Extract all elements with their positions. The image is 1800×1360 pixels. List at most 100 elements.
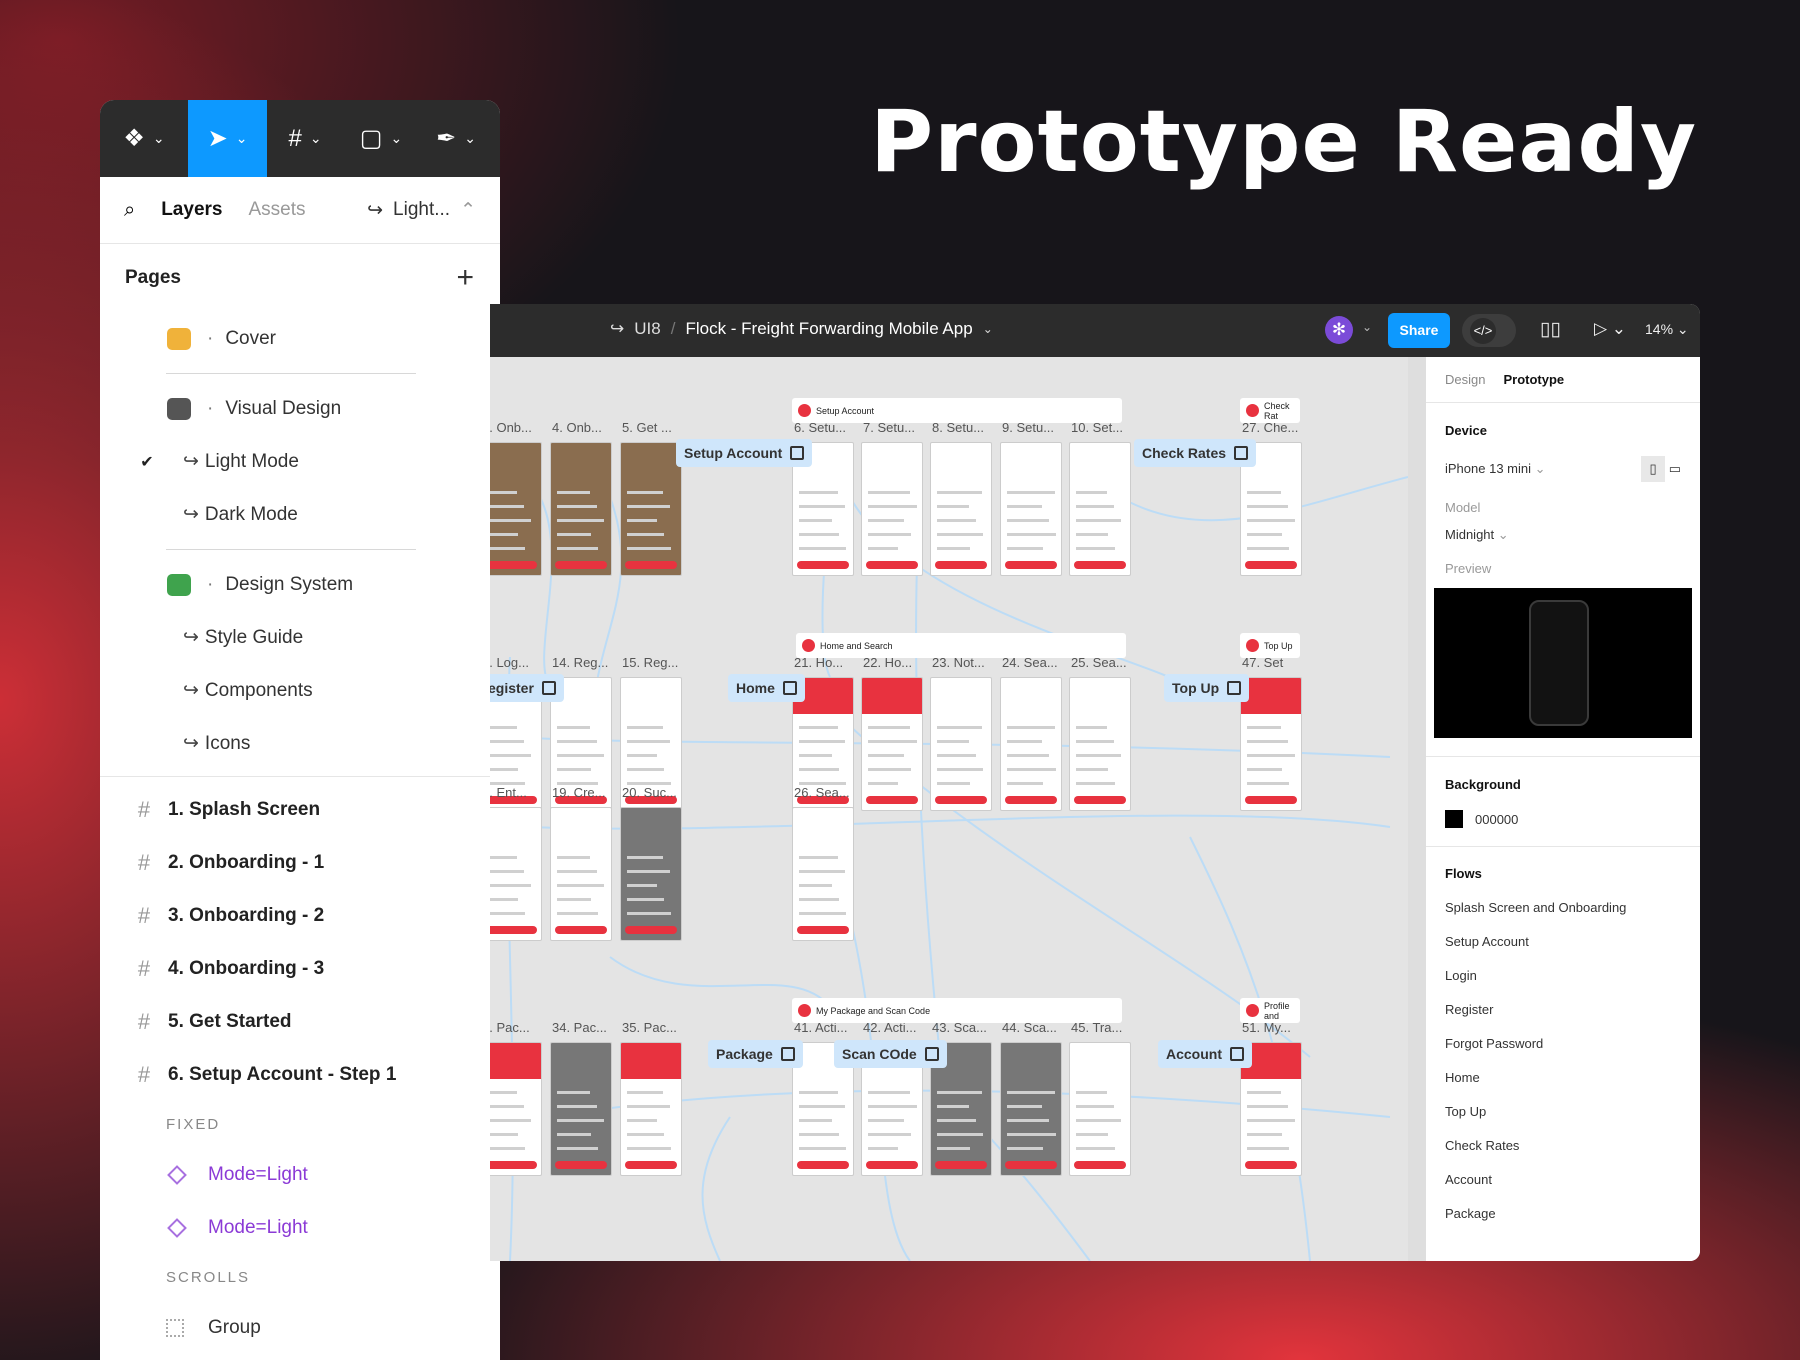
flow-item[interactable]: Top Up [1445, 1104, 1681, 1119]
play-flow-icon[interactable] [782, 681, 797, 695]
flow-item[interactable]: Login [1445, 968, 1681, 983]
play-flow-icon[interactable] [541, 681, 556, 695]
screen-frame[interactable] [1000, 677, 1062, 811]
play-flow-icon[interactable] [1227, 681, 1242, 695]
screen-frame[interactable] [792, 807, 854, 941]
portrait-icon[interactable]: ▯ [1641, 456, 1666, 482]
screen-frame[interactable] [550, 807, 612, 941]
dev-mode-toggle[interactable]: </> [1462, 314, 1516, 347]
screen-frame[interactable] [490, 442, 542, 576]
screen-frame[interactable] [1069, 1042, 1131, 1176]
section-header[interactable]: Setup Account [792, 398, 1122, 423]
flow-item[interactable]: Home [1445, 1070, 1681, 1085]
flow-start-label[interactable]: Scan COde [834, 1040, 947, 1068]
screen-frame[interactable] [490, 1042, 542, 1176]
screen-frame[interactable] [620, 1042, 682, 1176]
tab-assets[interactable]: Assets [248, 199, 305, 221]
screen-frame[interactable] [930, 442, 992, 576]
frame-tool-button[interactable]: # ⌄ [267, 100, 343, 177]
layer-item[interactable]: #2. Onboarding - 1 [100, 836, 500, 889]
flow-start-label[interactable]: Account [1158, 1040, 1252, 1068]
flow-item[interactable]: Register [1445, 1002, 1681, 1017]
flow-start-label[interactable]: Package [708, 1040, 803, 1068]
flow-item[interactable]: Account [1445, 1172, 1681, 1187]
page-item-dark-mode[interactable]: ↪ Dark Mode [100, 488, 500, 541]
flow-start-label[interactable]: Home [728, 674, 805, 702]
layer-item[interactable]: #4. Onboarding - 3 [100, 942, 500, 995]
screen-frame[interactable] [1000, 442, 1062, 576]
screen-frame[interactable] [490, 807, 542, 941]
component-instance[interactable]: Mode=Light [100, 1201, 500, 1254]
chevron-down-icon[interactable]: ⌄ [983, 322, 993, 336]
breadcrumb[interactable]: ↪ UI8 / Flock - Freight Forwarding Mobil… [610, 319, 993, 339]
flow-item[interactable]: Package [1445, 1206, 1681, 1221]
screen-frame[interactable] [550, 1042, 612, 1176]
flow-item[interactable]: Forgot Password [1445, 1036, 1681, 1051]
page-item-visual-design[interactable]: · Visual Design [100, 382, 500, 435]
layer-item[interactable]: #6. Setup Account - Step 1 [100, 1048, 500, 1101]
component-instance[interactable]: Mode=Light [100, 1148, 500, 1201]
background-field[interactable]: 000000 [1445, 810, 1681, 828]
page-selector[interactable]: ↪ Light... ⌃ [367, 199, 476, 222]
color-swatch[interactable] [1445, 810, 1463, 828]
screen-frame[interactable] [620, 807, 682, 941]
page-item-icons[interactable]: ↪ Icons [100, 717, 500, 770]
background-value[interactable]: 000000 [1475, 812, 1518, 827]
screen-frame[interactable] [1069, 442, 1131, 576]
play-flow-icon[interactable] [780, 1047, 795, 1061]
play-flow-icon[interactable] [790, 446, 805, 460]
layer-item[interactable]: #3. Onboarding - 2 [100, 889, 500, 942]
add-page-button[interactable]: + [456, 261, 474, 295]
flow-item[interactable]: Splash Screen and Onboarding [1445, 900, 1681, 915]
play-flow-icon[interactable] [1234, 446, 1249, 460]
page-item-style-guide[interactable]: ↪ Style Guide [100, 611, 500, 664]
library-icon[interactable]: ▯▯ [1540, 318, 1561, 341]
flow-start-label[interactable]: egister [490, 674, 564, 702]
shape-tool-button[interactable]: ▢ ⌄ [343, 100, 419, 177]
project-name[interactable]: UI8 [634, 319, 660, 339]
search-icon[interactable]: ⌕ [124, 199, 135, 222]
play-flow-icon[interactable] [1230, 1047, 1244, 1061]
device-select[interactable]: iPhone 13 mini ⌄ ▯ ▭ [1445, 456, 1681, 482]
screen-frame[interactable] [1000, 1042, 1062, 1176]
flow-start-label[interactable]: Check Rates [1134, 439, 1257, 467]
section-header[interactable]: Check Rat [1240, 398, 1300, 423]
flow-item[interactable]: Check Rates [1445, 1138, 1681, 1153]
group-layer[interactable]: Group [100, 1301, 500, 1354]
layer-item[interactable]: #5. Get Started [100, 995, 500, 1048]
section-header[interactable]: Profile and [1240, 998, 1300, 1023]
model-select[interactable]: Midnight ⌄ [1445, 527, 1681, 543]
pen-tool-button[interactable]: ✒ ⌄ [419, 100, 493, 177]
page-item-components[interactable]: ↪ Components [100, 664, 500, 717]
screen-frame[interactable] [1069, 677, 1131, 811]
zoom-menu[interactable]: 14% ⌄ [1645, 321, 1689, 338]
tab-design[interactable]: Design [1445, 372, 1485, 387]
flow-start-label[interactable]: Top Up [1164, 674, 1250, 702]
avatar[interactable]: ✻ [1325, 316, 1353, 344]
screen-frame[interactable] [861, 677, 923, 811]
figma-menu-button[interactable]: ❖ ⌄ [100, 100, 188, 177]
screen-frame[interactable] [1240, 677, 1302, 811]
layer-item[interactable]: #1. Splash Screen [100, 783, 500, 836]
share-button[interactable]: Share [1388, 313, 1450, 348]
play-flow-icon[interactable] [924, 1047, 939, 1061]
flow-start-label[interactable]: Setup Account [676, 439, 813, 467]
screen-frame[interactable] [930, 677, 992, 811]
screen-frame[interactable] [550, 442, 612, 576]
landscape-icon[interactable]: ▭ [1669, 461, 1681, 476]
chevron-down-icon[interactable]: ⌄ [1362, 320, 1372, 334]
page-item-design-system[interactable]: · Design System [100, 558, 500, 611]
screen-frame[interactable] [620, 442, 682, 576]
page-item-cover[interactable]: · Cover [100, 312, 500, 365]
page-item-light-mode[interactable]: ✔ ↪ Light Mode [100, 435, 500, 488]
tab-layers[interactable]: Layers [161, 199, 222, 221]
move-tool-button[interactable]: ➤ ⌄ [188, 100, 267, 177]
present-icon[interactable]: ▷ ⌄ [1594, 319, 1626, 339]
section-header[interactable]: Top Up [1240, 633, 1300, 658]
section-header[interactable]: My Package and Scan Code [792, 998, 1122, 1023]
canvas[interactable]: 3. Onb...4. Onb...5. Get ...6. Setu...7.… [490, 357, 1408, 1261]
section-header[interactable]: Home and Search [796, 633, 1126, 658]
flow-item[interactable]: Setup Account [1445, 934, 1681, 949]
file-name[interactable]: Flock - Freight Forwarding Mobile App [685, 319, 972, 339]
screen-frame[interactable] [861, 442, 923, 576]
